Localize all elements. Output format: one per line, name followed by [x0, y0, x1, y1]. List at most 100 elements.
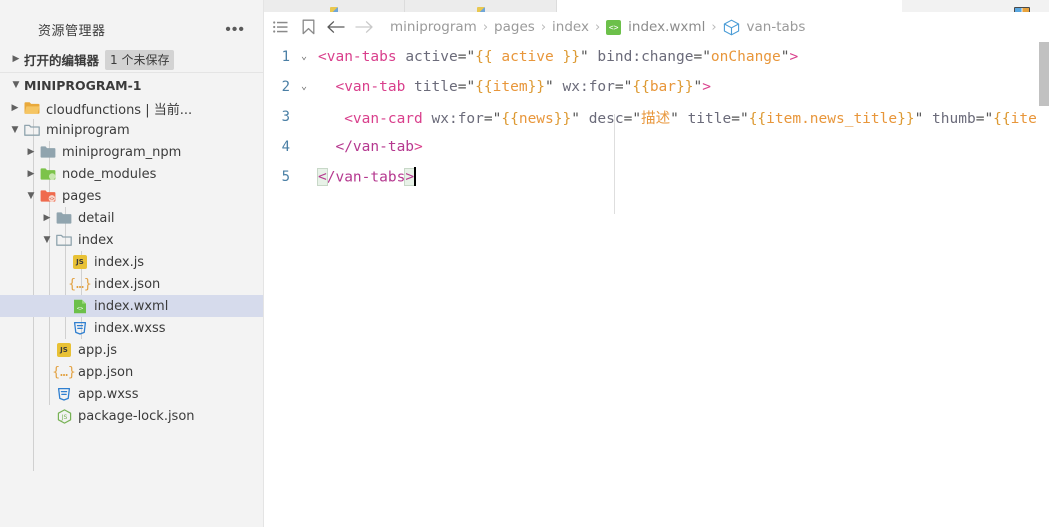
tree-item-label: package-lock.json — [78, 408, 195, 424]
chevron-right-icon[interactable]: ▶ — [8, 103, 22, 113]
editor-area: miniprogram › pages › index › <> index.w… — [264, 0, 1049, 527]
split-editor-icon[interactable] — [1014, 7, 1030, 12]
editor-tab[interactable] — [264, 0, 405, 12]
breadcrumb-item-file[interactable]: <> index.wxml — [606, 19, 705, 35]
chevron-down-icon[interactable]: ▼ — [8, 80, 24, 90]
code-token-quote: " — [984, 110, 994, 127]
bookmark-icon[interactable] — [294, 13, 322, 41]
back-arrow-icon[interactable] — [322, 13, 350, 41]
chevron-down-icon[interactable]: ▼ — [8, 125, 22, 135]
node-file-icon: JS — [54, 408, 74, 424]
section-open-editors[interactable]: ▶ 打开的编辑器 1 个未保存 — [0, 47, 263, 73]
ellipsis-icon[interactable]: ••• — [225, 21, 249, 37]
tree-item-app.wxss[interactable]: app.wxss — [0, 383, 263, 405]
tree-item-index.js[interactable]: JS index.js — [0, 251, 263, 273]
code-token-tag: > — [702, 79, 711, 95]
code-token-quote: " — [670, 110, 679, 127]
vertical-scrollbar[interactable] — [1039, 42, 1049, 527]
breadcrumb-item-miniprogram[interactable]: miniprogram — [390, 19, 477, 35]
breadcrumb-item-symbol[interactable]: van-tabs — [723, 18, 806, 36]
chevron-down-icon[interactable]: ▼ — [40, 235, 54, 245]
breadcrumb: miniprogram › pages › index › <> index.w… — [264, 12, 1049, 42]
code-token-mustache: }} — [676, 79, 694, 95]
tree-item-miniprogram_npm[interactable]: ▶ miniprogram_npm — [0, 141, 263, 163]
section-project-root[interactable]: ▼ MINIPROGRAM-1 — [0, 73, 263, 97]
wxml-file-icon: <> — [606, 19, 622, 35]
scrollbar-thumb[interactable] — [1039, 42, 1049, 106]
line-number: 3 — [281, 109, 290, 125]
code-token-quote: " — [466, 49, 476, 65]
tree-item-detail[interactable]: ▶ detail — [0, 207, 263, 229]
open-editors-label: 打开的编辑器 — [24, 53, 100, 68]
chevron-down-icon[interactable]: ▼ — [24, 191, 38, 201]
tree-item-index.wxss[interactable]: index.wxss — [0, 317, 263, 339]
code-token-mustache: {{ — [475, 79, 493, 95]
tree-item-label: node_modules — [62, 166, 157, 182]
tree-item-index.json[interactable]: {…} index.json — [0, 273, 263, 295]
wxss-file-icon — [70, 321, 90, 335]
json-file-icon: {…} — [52, 364, 76, 380]
code-token-quote: " — [466, 79, 476, 95]
tree-item-index[interactable]: ▼ index — [0, 229, 263, 251]
forward-arrow-icon[interactable] — [350, 13, 378, 41]
fold-chevron-down-icon[interactable]: ⌄ — [294, 82, 314, 92]
code-line-text: </van-tab> — [314, 139, 422, 155]
js-file-icon: JS — [54, 343, 74, 357]
breadcrumb-separator-icon: › — [594, 19, 601, 35]
chevron-right-icon[interactable]: ▶ — [24, 147, 38, 157]
code-token-attribute: wx:for — [431, 110, 484, 127]
code-line[interactable]: 5 </van-tabs> — [264, 162, 1049, 192]
tree-item-label: detail — [78, 210, 115, 226]
code-token-bracket: < — [317, 168, 328, 186]
code-line[interactable]: 4 </van-tab> — [264, 132, 1049, 162]
code-line-text: <van-card wx:for="{{news}}" desc="描述" ti… — [314, 107, 1037, 128]
line-number: 2 — [281, 79, 290, 95]
svg-text:<>: <> — [77, 306, 84, 312]
tree-item-index.wxml[interactable]: <> index.wxml — [0, 295, 263, 317]
editor-tab[interactable] — [405, 0, 557, 12]
code-token-operator: = — [614, 79, 624, 95]
breadcrumb-item-index[interactable]: index — [552, 19, 589, 35]
code-token-attribute: thumb — [932, 110, 976, 127]
code-token-quote: " — [693, 79, 703, 95]
code-token-bracket: > — [404, 168, 416, 186]
file-icon — [476, 7, 485, 12]
page-title: 资源管理器 — [38, 24, 106, 39]
line-number: 4 — [281, 139, 290, 155]
tree-item-cloudfunctions-...[interactable]: ▶ cloudfunctions | 当前... — [0, 97, 263, 119]
code-token-tag: <van-tabs — [318, 49, 397, 65]
tree-item-pages[interactable]: ▼ <> pages — [0, 185, 263, 207]
chevron-right-icon[interactable]: ▶ — [40, 213, 54, 223]
folder-pages-red-icon: <> — [38, 189, 58, 203]
tree-item-app.json[interactable]: {…} app.json — [0, 361, 263, 383]
tree-item-package-lock.json[interactable]: JS package-lock.json — [0, 405, 263, 427]
chevron-right-icon[interactable]: ▶ — [8, 55, 24, 64]
code-token-tag: > — [789, 49, 799, 65]
explorer-header: 资源管理器 ••• — [0, 12, 263, 47]
code-token-tag: /van-tabs — [326, 169, 406, 185]
code-line[interactable]: 3 <van-card wx:for="{{news}}" desc="描述" … — [264, 102, 1049, 132]
code-token-operator: = — [483, 110, 493, 127]
breadcrumb-item-pages[interactable]: pages — [494, 19, 535, 35]
unsaved-count-badge: 1 个未保存 — [105, 49, 175, 70]
code-line[interactable]: 2 ⌄ <van-tab title="{{item}}" wx:for="{{b… — [264, 72, 1049, 102]
code-token-operator: = — [731, 110, 740, 127]
code-token-attribute: title — [687, 110, 732, 127]
chevron-right-icon[interactable]: ▶ — [24, 169, 38, 179]
tree-item-miniprogram[interactable]: ▼ miniprogram — [0, 119, 263, 141]
code-editor[interactable]: 1 ⌄ <van-tabs active="{{ active }}" bind:c… — [264, 42, 1049, 527]
tree-item-label: pages — [62, 188, 102, 204]
breadcrumb-label: index.wxml — [628, 19, 706, 35]
outline-list-icon[interactable] — [266, 13, 294, 41]
code-token-quote: " — [545, 79, 554, 95]
code-token-mustache: }} — [897, 110, 915, 127]
breadcrumb-label: van-tabs — [746, 19, 806, 35]
code-line[interactable]: 1 ⌄ <van-tabs active="{{ active }}" bind:c… — [264, 42, 1049, 72]
fold-chevron-down-icon[interactable]: ⌄ — [294, 52, 314, 62]
tree-item-node_modules[interactable]: ▶ node_modules — [0, 163, 263, 185]
tree-item-app.js[interactable]: JS app.js — [0, 339, 263, 361]
editor-tab-strip — [264, 0, 1049, 12]
